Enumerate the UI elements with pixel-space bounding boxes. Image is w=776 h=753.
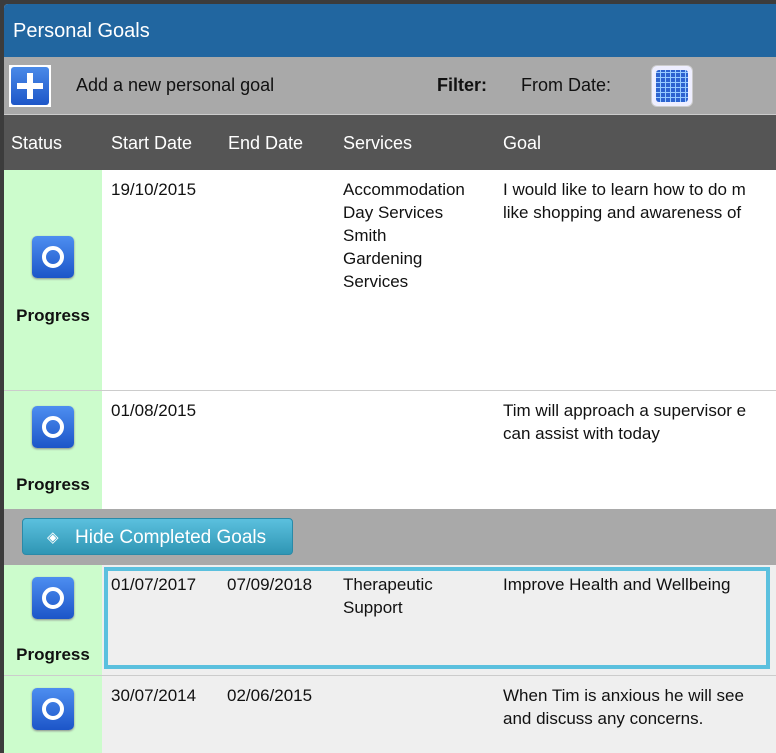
- service: Smith: [343, 226, 387, 245]
- from-date-label: From Date:: [521, 75, 612, 95]
- calendar-button[interactable]: [651, 65, 693, 107]
- col-start-date[interactable]: Start Date: [111, 133, 192, 154]
- end-date: 07/09/2018: [227, 575, 313, 594]
- completed-goals-bar: ◈ Hide Completed Goals: [4, 509, 776, 565]
- service: Services: [343, 272, 409, 291]
- start-date: 30/07/2014: [111, 686, 197, 705]
- hide-completed-goals-button[interactable]: ◈ Hide Completed Goals: [22, 518, 293, 555]
- goal: Tim will approach a supervisor e can assi…: [503, 399, 746, 445]
- status-label: Progress: [16, 645, 90, 664]
- start-date: 19/10/2015: [111, 180, 197, 199]
- toolbar: Add a new personal goal Filter: From Dat…: [4, 57, 776, 115]
- end-date: 02/06/2015: [227, 686, 313, 705]
- goal-line: When Tim is anxious he will see: [503, 686, 744, 705]
- table-row[interactable]: Progress 19/10/2015 Accommodation Day Ser…: [4, 170, 776, 391]
- service: Support: [343, 598, 403, 617]
- goal-line: like shopping and awareness of: [503, 203, 742, 222]
- page-title: Personal Goals: [4, 4, 776, 57]
- service: Gardening: [343, 249, 423, 268]
- start-date: 01/07/2017: [111, 575, 197, 594]
- goal-line: and discuss any concerns.: [503, 709, 704, 728]
- goal: When Tim is anxious he will see and discu…: [503, 684, 744, 730]
- table-row[interactable]: Progress 01/08/2015 Tim will approach a …: [4, 391, 776, 509]
- start-date: 01/08/2015: [111, 401, 197, 420]
- table-header: Status Start Date End Date Services Goal: [4, 115, 776, 170]
- status-label: Progress: [16, 475, 90, 494]
- col-status[interactable]: Status: [11, 133, 62, 154]
- calendar-icon: [656, 70, 688, 102]
- add-goal-button[interactable]: [9, 65, 51, 107]
- plus-icon: [11, 67, 49, 105]
- goal: I would like to learn how to do m like sh…: [503, 178, 746, 224]
- personal-goals-window: Personal Goals Add a new personal goal F…: [4, 4, 776, 753]
- col-goal[interactable]: Goal: [503, 133, 541, 154]
- target-icon[interactable]: [32, 688, 74, 730]
- button-label: Hide Completed Goals: [75, 527, 267, 548]
- add-goal-label[interactable]: Add a new personal goal: [76, 75, 274, 96]
- goal-line: I would like to learn how to do m: [503, 180, 746, 199]
- table-row[interactable]: 30/07/2014 02/06/2015 When Tim is anxiou…: [4, 676, 776, 753]
- status-label: Progress: [16, 306, 90, 325]
- filter-label: Filter:: [437, 75, 488, 95]
- service: Day Services: [343, 203, 444, 222]
- target-icon[interactable]: [32, 406, 74, 448]
- target-icon[interactable]: [32, 236, 74, 278]
- service: Accommodation: [343, 180, 465, 199]
- goal-line: can assist with today: [503, 424, 660, 443]
- service: Therapeutic: [343, 575, 433, 594]
- services: Accommodation Day Services Smith Gardening S…: [343, 178, 465, 293]
- goal-line: Improve Health and Wellbeing: [503, 575, 731, 594]
- target-icon[interactable]: [32, 577, 74, 619]
- services: Therapeutic Support: [343, 573, 433, 619]
- eye-slash-icon: ◈: [47, 529, 59, 546]
- col-end-date[interactable]: End Date: [228, 133, 303, 154]
- goal: Improve Health and Wellbeing: [503, 573, 730, 596]
- goal-line: Tim will approach a supervisor e: [503, 401, 747, 420]
- table-row-selected[interactable]: Progress 01/07/2017 07/09/2018 Therapeut…: [4, 565, 776, 676]
- col-services[interactable]: Services: [343, 133, 412, 154]
